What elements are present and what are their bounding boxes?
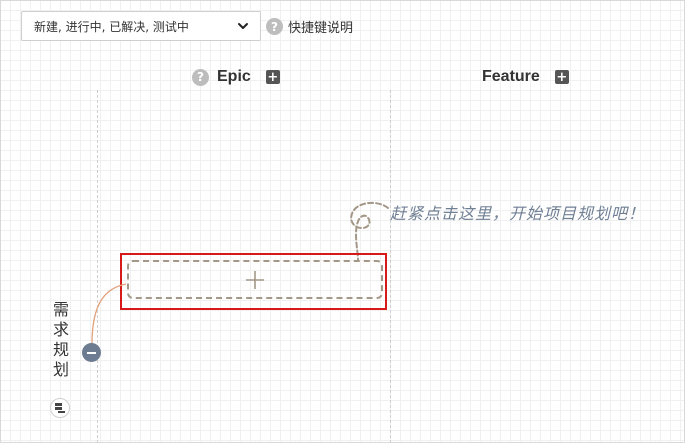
tree-connector-line	[91, 283, 127, 345]
plus-icon	[246, 270, 264, 289]
chevron-down-icon	[238, 23, 248, 29]
layers-icon	[55, 403, 65, 413]
layers-button[interactable]	[50, 398, 70, 418]
status-filter-value: 新建, 进行中, 已解决, 测试中	[34, 19, 189, 34]
root-node-label[interactable]: 需求规划	[50, 300, 72, 380]
start-planning-hint: 赶紧点击这里，开始项目规划吧！	[390, 204, 646, 223]
minus-icon	[87, 351, 96, 354]
column-divider	[97, 90, 98, 443]
column-title-epic: Epic	[217, 68, 251, 85]
column-title-feature: Feature	[482, 68, 540, 85]
help-icon[interactable]: ?	[192, 68, 209, 86]
shortcut-help-label: 快捷键说明	[288, 21, 354, 36]
add-epic-button[interactable]: +	[265, 70, 280, 84]
add-feature-button[interactable]: +	[554, 70, 569, 84]
help-icon: ?	[266, 18, 283, 35]
column-divider	[390, 90, 391, 443]
column-header-epic: ? Epic +	[192, 68, 280, 86]
shortcut-help-link[interactable]: ? 快捷键说明	[266, 17, 353, 36]
status-filter-select[interactable]: 新建, 进行中, 已解决, 测试中	[21, 11, 261, 41]
add-epic-card[interactable]	[127, 260, 383, 299]
collapse-tree-button[interactable]	[82, 343, 101, 362]
column-header-feature: Feature +	[482, 68, 569, 86]
